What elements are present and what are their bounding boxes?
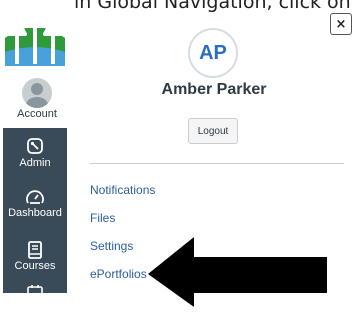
nav-item-label: Admin — [19, 157, 51, 169]
global-navigation: Account Admin Dashboard Courses — [0, 0, 68, 320]
close-button[interactable]: × — [330, 13, 352, 35]
instruction-caption: in Global Navigation, click on Settings — [74, 0, 354, 13]
gauge-icon — [26, 190, 44, 204]
nav-item-label: Dashboard — [8, 207, 62, 219]
nav-item-admin[interactable]: Admin — [3, 136, 67, 170]
nav-item-dashboard[interactable]: Dashboard — [3, 188, 67, 220]
account-avatar-icon[interactable] — [22, 78, 52, 108]
link-settings[interactable]: Settings — [90, 239, 133, 253]
pointer-arrow-icon — [148, 237, 327, 307]
link-eportfolios[interactable]: ePortfolios — [90, 267, 147, 281]
profile-name: Amber Parker — [161, 81, 267, 98]
nav-item-account-label[interactable]: Account — [0, 108, 74, 120]
nav-item-courses[interactable]: Courses — [3, 241, 67, 273]
calendar-icon[interactable] — [27, 285, 43, 293]
shield-icon — [27, 138, 43, 154]
logout-button[interactable]: Logout — [188, 118, 238, 144]
nav-item-label: Courses — [14, 260, 56, 272]
link-files[interactable]: Files — [90, 211, 115, 225]
divider — [90, 163, 344, 164]
institution-logo[interactable] — [3, 8, 67, 68]
link-notifications[interactable]: Notifications — [90, 183, 155, 197]
profile-avatar: AP — [188, 28, 238, 78]
book-icon — [28, 241, 42, 259]
